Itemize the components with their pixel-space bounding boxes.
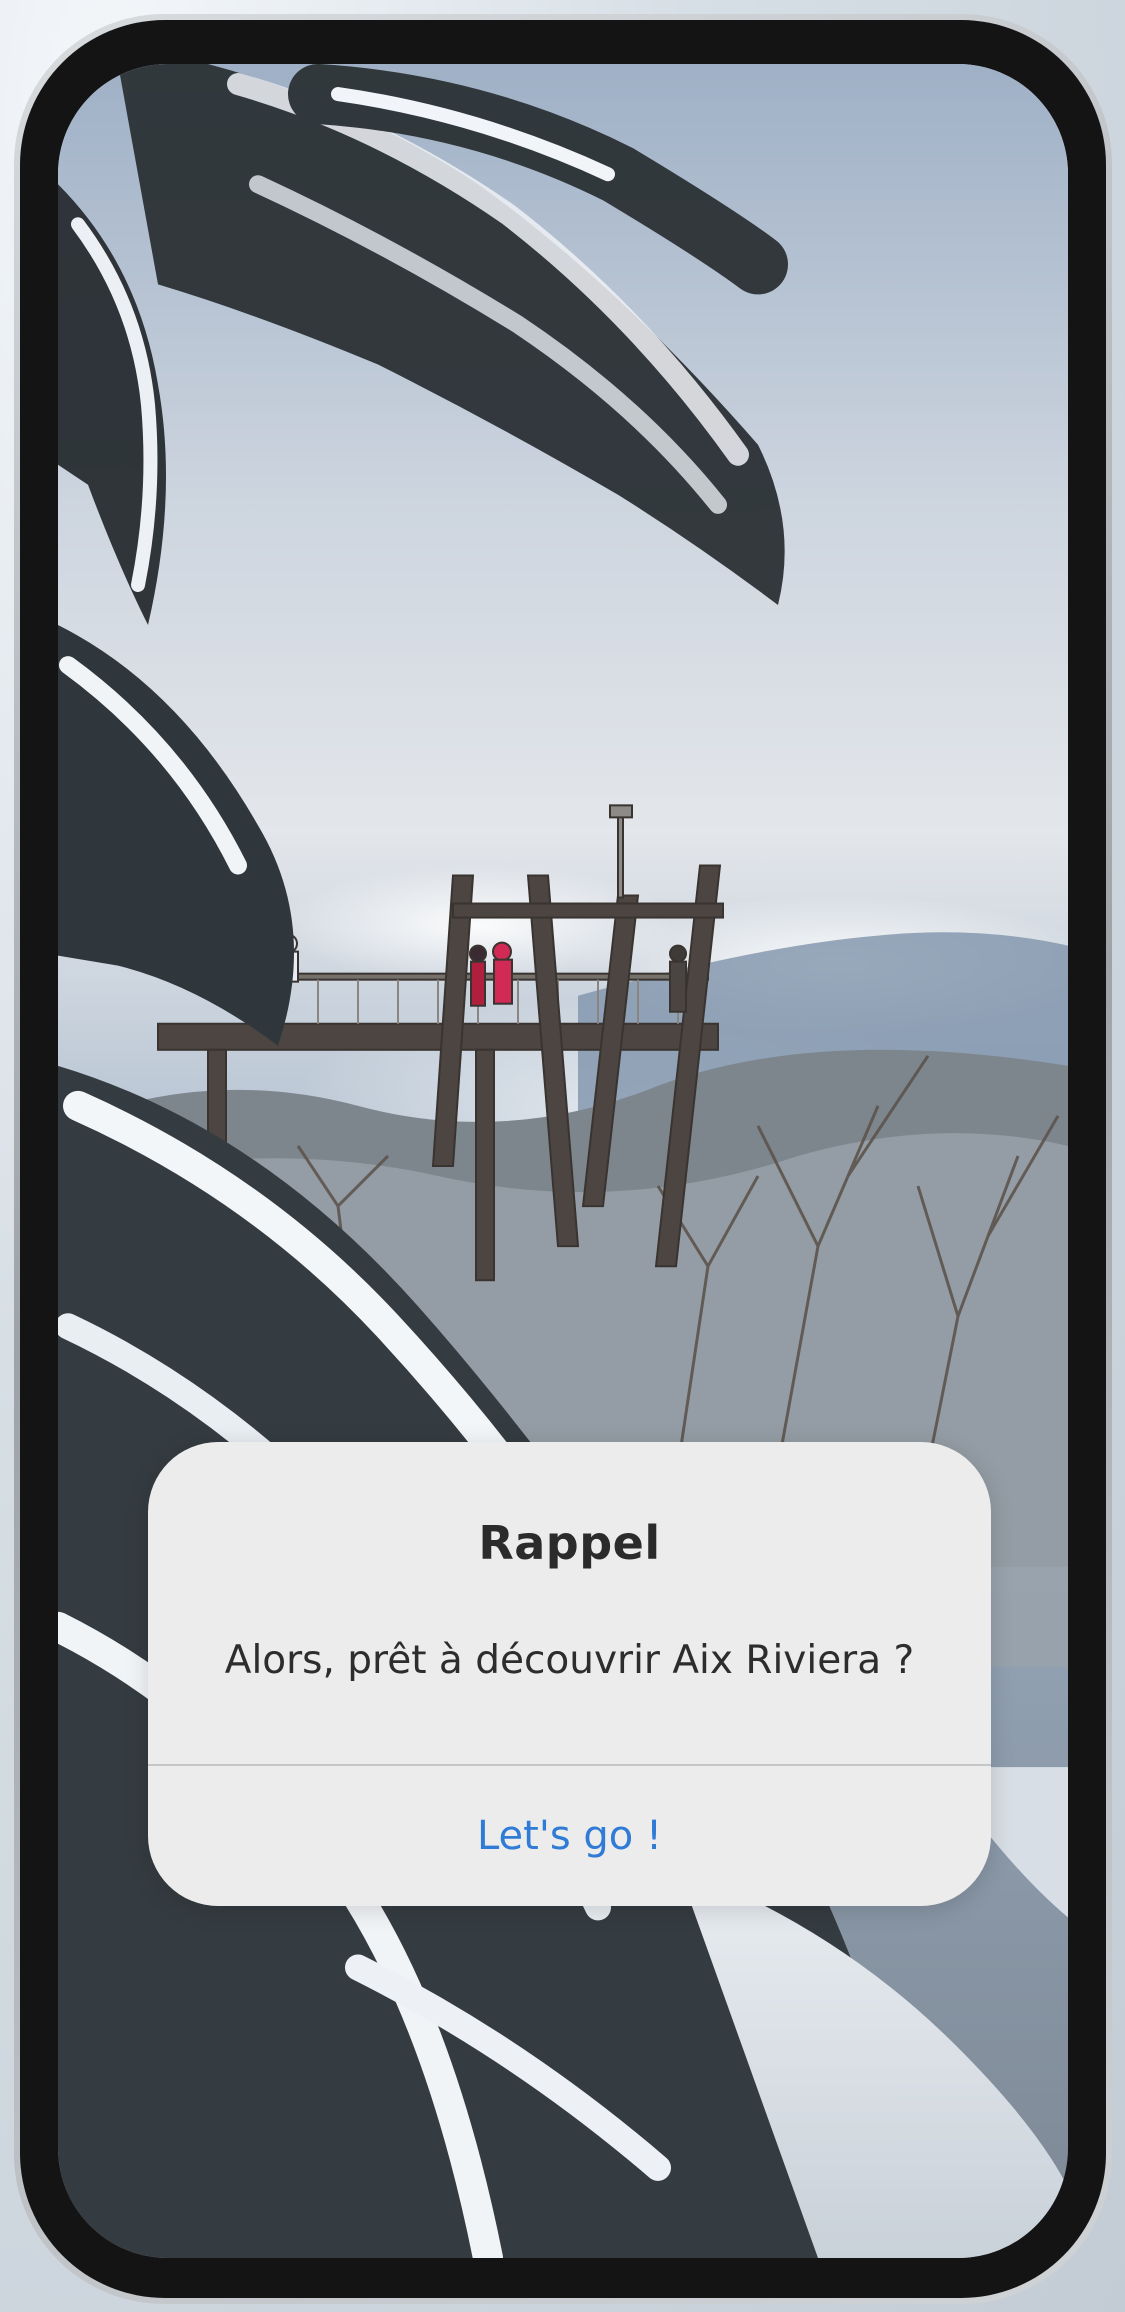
lets-go-button[interactable]: Let's go !	[148, 1766, 991, 1906]
phone-screen: Rappel Alors, prêt à découvrir Aix Rivie…	[58, 64, 1068, 2258]
alert-message: Alors, prêt à découvrir Aix Riviera ?	[224, 1638, 915, 1683]
page-background: Rappel Alors, prêt à découvrir Aix Rivie…	[0, 0, 1125, 2312]
phone-frame: Rappel Alors, prêt à découvrir Aix Rivie…	[14, 14, 1112, 2304]
wallpaper-image	[58, 64, 1068, 2258]
alert-title: Rappel	[478, 1516, 661, 1570]
phone-bezel: Rappel Alors, prêt à découvrir Aix Rivie…	[20, 20, 1106, 2298]
alert-dialog: Rappel Alors, prêt à découvrir Aix Rivie…	[148, 1442, 991, 1906]
